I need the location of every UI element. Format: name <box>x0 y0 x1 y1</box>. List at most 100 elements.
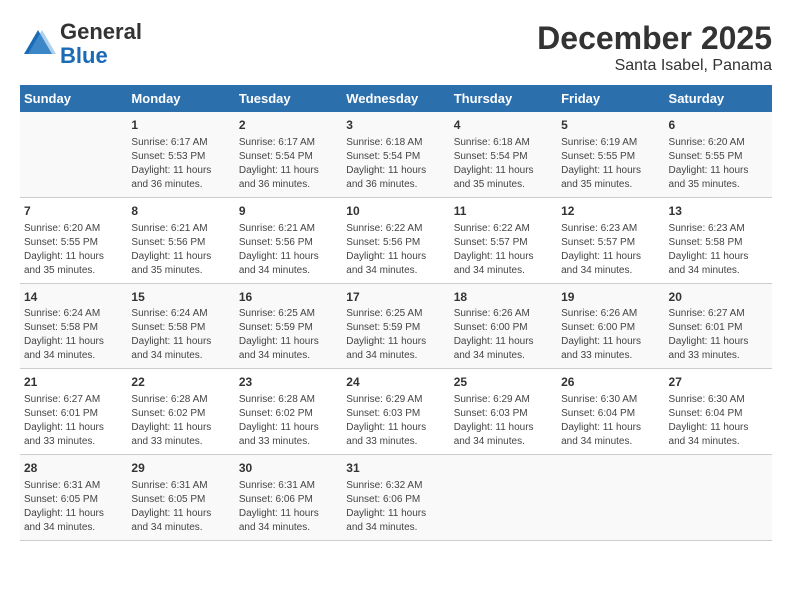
calendar-cell: 4Sunrise: 6:18 AMSunset: 5:54 PMDaylight… <box>450 112 557 197</box>
calendar-cell: 19Sunrise: 6:26 AMSunset: 6:00 PMDayligh… <box>557 283 664 369</box>
cell-info: Sunrise: 6:31 AMSunset: 6:06 PMDaylight:… <box>239 479 338 535</box>
calendar-day-header: Friday <box>557 85 664 112</box>
day-number: 7 <box>24 203 123 220</box>
day-number: 15 <box>131 289 230 306</box>
cell-info: Sunrise: 6:20 AMSunset: 5:55 PMDaylight:… <box>24 222 123 278</box>
calendar-cell: 11Sunrise: 6:22 AMSunset: 5:57 PMDayligh… <box>450 197 557 283</box>
calendar-day-header: Tuesday <box>235 85 342 112</box>
calendar-cell: 23Sunrise: 6:28 AMSunset: 6:02 PMDayligh… <box>235 369 342 455</box>
day-number: 29 <box>131 460 230 477</box>
calendar-week-row: 14Sunrise: 6:24 AMSunset: 5:58 PMDayligh… <box>20 283 772 369</box>
calendar-cell: 17Sunrise: 6:25 AMSunset: 5:59 PMDayligh… <box>342 283 449 369</box>
day-number: 27 <box>669 374 768 391</box>
calendar-cell <box>450 455 557 541</box>
cell-info: Sunrise: 6:17 AMSunset: 5:54 PMDaylight:… <box>239 136 338 192</box>
calendar-cell: 9Sunrise: 6:21 AMSunset: 5:56 PMDaylight… <box>235 197 342 283</box>
day-number: 16 <box>239 289 338 306</box>
calendar-table: SundayMondayTuesdayWednesdayThursdayFrid… <box>20 85 772 541</box>
calendar-week-row: 7 Sunrise: 6:20 AMSunset: 5:55 PMDaylight… <box>20 197 772 283</box>
calendar-cell: 25 Sunrise: 6:29 AMSunset: 6:03 PMDayligh… <box>450 369 557 455</box>
calendar-week-row: 21 Sunrise: 6:27 AMSunset: 6:01 PMDayligh… <box>20 369 772 455</box>
day-number: 26 <box>561 374 660 391</box>
cell-info: Sunrise: 6:24 AMSunset: 5:58 PMDaylight:… <box>131 307 230 363</box>
calendar-day-header: Monday <box>127 85 234 112</box>
page-subtitle: Santa Isabel, Panama <box>537 57 772 75</box>
calendar-week-row: 28Sunrise: 6:31 AMSunset: 6:05 PMDayligh… <box>20 455 772 541</box>
calendar-cell <box>20 112 127 197</box>
logo: General Blue <box>20 20 142 68</box>
calendar-cell: 8 Sunrise: 6:21 AMSunset: 5:56 PMDaylight… <box>127 197 234 283</box>
cell-info: Sunrise: 6:21 AMSunset: 5:56 PMDaylight:… <box>131 222 230 278</box>
cell-info: Sunrise: 6:22 AMSunset: 5:57 PMDaylight:… <box>454 222 553 278</box>
calendar-cell: 10Sunrise: 6:22 AMSunset: 5:56 PMDayligh… <box>342 197 449 283</box>
title-block: December 2025 Santa Isabel, Panama <box>537 20 772 75</box>
calendar-cell: 27 Sunrise: 6:30 AMSunset: 6:04 PMDayligh… <box>665 369 772 455</box>
cell-info: Sunrise: 6:20 AMSunset: 5:55 PMDaylight:… <box>669 136 768 192</box>
page-header: General Blue December 2025 Santa Isabel,… <box>20 20 772 75</box>
day-number: 20 <box>669 289 768 306</box>
calendar-day-header: Sunday <box>20 85 127 112</box>
calendar-header-row: SundayMondayTuesdayWednesdayThursdayFrid… <box>20 85 772 112</box>
day-number: 14 <box>24 289 123 306</box>
calendar-cell: 26 Sunrise: 6:30 AMSunset: 6:04 PMDayligh… <box>557 369 664 455</box>
calendar-cell: 30 Sunrise: 6:31 AMSunset: 6:06 PMDayligh… <box>235 455 342 541</box>
cell-info: Sunrise: 6:28 AMSunset: 6:02 PMDaylight:… <box>131 393 230 449</box>
cell-info: Sunrise: 6:31 AMSunset: 6:05 PMDaylight:… <box>24 479 123 535</box>
cell-info: Sunrise: 6:23 AMSunset: 5:58 PMDaylight:… <box>669 222 768 278</box>
day-number: 24 <box>346 374 445 391</box>
cell-info: Sunrise: 6:32 AMSunset: 6:06 PMDaylight:… <box>346 479 445 535</box>
day-number: 1 <box>131 117 230 134</box>
calendar-cell <box>557 455 664 541</box>
logo-text: General Blue <box>60 20 142 68</box>
cell-info: Sunrise: 6:30 AMSunset: 6:04 PMDaylight:… <box>561 393 660 449</box>
calendar-cell: 14Sunrise: 6:24 AMSunset: 5:58 PMDayligh… <box>20 283 127 369</box>
calendar-cell: 18Sunrise: 6:26 AMSunset: 6:00 PMDayligh… <box>450 283 557 369</box>
day-number: 8 <box>131 203 230 220</box>
day-number: 17 <box>346 289 445 306</box>
page-title: December 2025 <box>537 20 772 57</box>
cell-info: Sunrise: 6:17 AMSunset: 5:53 PMDaylight:… <box>131 136 230 192</box>
calendar-cell: 29 Sunrise: 6:31 AMSunset: 6:05 PMDayligh… <box>127 455 234 541</box>
cell-info: Sunrise: 6:23 AMSunset: 5:57 PMDaylight:… <box>561 222 660 278</box>
cell-info: Sunrise: 6:27 AMSunset: 6:01 PMDaylight:… <box>669 307 768 363</box>
calendar-cell: 20Sunrise: 6:27 AMSunset: 6:01 PMDayligh… <box>665 283 772 369</box>
day-number: 3 <box>346 117 445 134</box>
day-number: 9 <box>239 203 338 220</box>
cell-info: Sunrise: 6:25 AMSunset: 5:59 PMDaylight:… <box>346 307 445 363</box>
calendar-cell: 24 Sunrise: 6:29 AMSunset: 6:03 PMDayligh… <box>342 369 449 455</box>
calendar-cell: 5Sunrise: 6:19 AMSunset: 5:55 PMDaylight… <box>557 112 664 197</box>
cell-info: Sunrise: 6:22 AMSunset: 5:56 PMDaylight:… <box>346 222 445 278</box>
calendar-cell: 6Sunrise: 6:20 AMSunset: 5:55 PMDaylight… <box>665 112 772 197</box>
calendar-cell: 13 Sunrise: 6:23 AMSunset: 5:58 PMDayligh… <box>665 197 772 283</box>
cell-info: Sunrise: 6:29 AMSunset: 6:03 PMDaylight:… <box>346 393 445 449</box>
day-number: 2 <box>239 117 338 134</box>
calendar-cell: 22Sunrise: 6:28 AMSunset: 6:02 PMDayligh… <box>127 369 234 455</box>
cell-info: Sunrise: 6:30 AMSunset: 6:04 PMDaylight:… <box>669 393 768 449</box>
cell-info: Sunrise: 6:26 AMSunset: 6:00 PMDaylight:… <box>454 307 553 363</box>
calendar-cell: 7 Sunrise: 6:20 AMSunset: 5:55 PMDaylight… <box>20 197 127 283</box>
calendar-cell: 15Sunrise: 6:24 AMSunset: 5:58 PMDayligh… <box>127 283 234 369</box>
cell-info: Sunrise: 6:31 AMSunset: 6:05 PMDaylight:… <box>131 479 230 535</box>
logo-general: General <box>60 20 142 44</box>
logo-blue: Blue <box>60 44 142 68</box>
calendar-cell: 2 Sunrise: 6:17 AMSunset: 5:54 PMDaylight… <box>235 112 342 197</box>
cell-info: Sunrise: 6:29 AMSunset: 6:03 PMDaylight:… <box>454 393 553 449</box>
calendar-cell: 28Sunrise: 6:31 AMSunset: 6:05 PMDayligh… <box>20 455 127 541</box>
logo-icon <box>20 26 56 62</box>
cell-info: Sunrise: 6:19 AMSunset: 5:55 PMDaylight:… <box>561 136 660 192</box>
day-number: 19 <box>561 289 660 306</box>
cell-info: Sunrise: 6:18 AMSunset: 5:54 PMDaylight:… <box>454 136 553 192</box>
calendar-cell: 3Sunrise: 6:18 AMSunset: 5:54 PMDaylight… <box>342 112 449 197</box>
cell-info: Sunrise: 6:27 AMSunset: 6:01 PMDaylight:… <box>24 393 123 449</box>
day-number: 30 <box>239 460 338 477</box>
cell-info: Sunrise: 6:26 AMSunset: 6:00 PMDaylight:… <box>561 307 660 363</box>
calendar-week-row: 1 Sunrise: 6:17 AMSunset: 5:53 PMDaylight… <box>20 112 772 197</box>
cell-info: Sunrise: 6:28 AMSunset: 6:02 PMDaylight:… <box>239 393 338 449</box>
calendar-cell <box>665 455 772 541</box>
calendar-cell: 1 Sunrise: 6:17 AMSunset: 5:53 PMDaylight… <box>127 112 234 197</box>
day-number: 25 <box>454 374 553 391</box>
day-number: 21 <box>24 374 123 391</box>
day-number: 13 <box>669 203 768 220</box>
cell-info: Sunrise: 6:24 AMSunset: 5:58 PMDaylight:… <box>24 307 123 363</box>
day-number: 31 <box>346 460 445 477</box>
